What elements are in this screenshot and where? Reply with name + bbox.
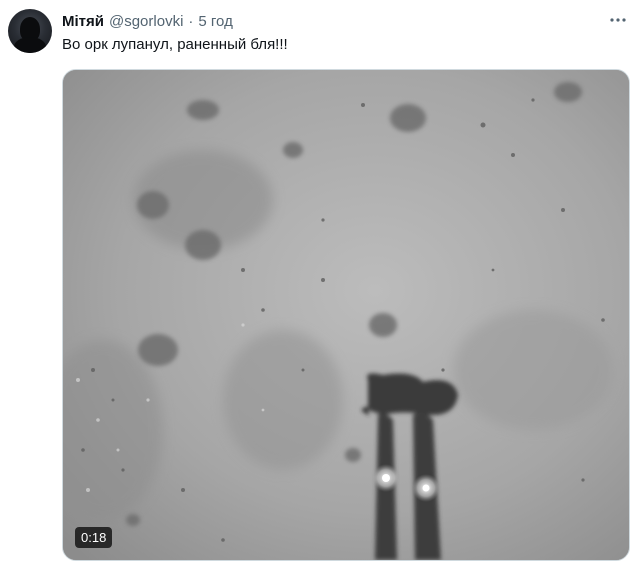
tweet[interactable]: Мітяй @sgorlovki · 5 год Во орк лупанул,… — [0, 0, 639, 568]
timestamp[interactable]: 5 год — [198, 13, 232, 30]
tweet-text: Во орк лупанул, раненный бля!!! — [62, 36, 288, 53]
video-player[interactable]: 0:18 — [62, 69, 630, 561]
video-thumbnail — [63, 70, 629, 560]
user-handle[interactable]: @sgorlovki — [109, 13, 183, 30]
display-name[interactable]: Мітяй — [62, 13, 104, 30]
avatar[interactable] — [8, 9, 52, 53]
avatar-shoulders — [14, 37, 46, 53]
video-duration-badge: 0:18 — [75, 527, 113, 548]
more-horizontal-icon — [610, 18, 626, 22]
header-separator: · — [188, 12, 194, 30]
more-options-button[interactable] — [604, 8, 632, 32]
tweet-header: Мітяй @sgorlovki · 5 год — [62, 10, 233, 32]
